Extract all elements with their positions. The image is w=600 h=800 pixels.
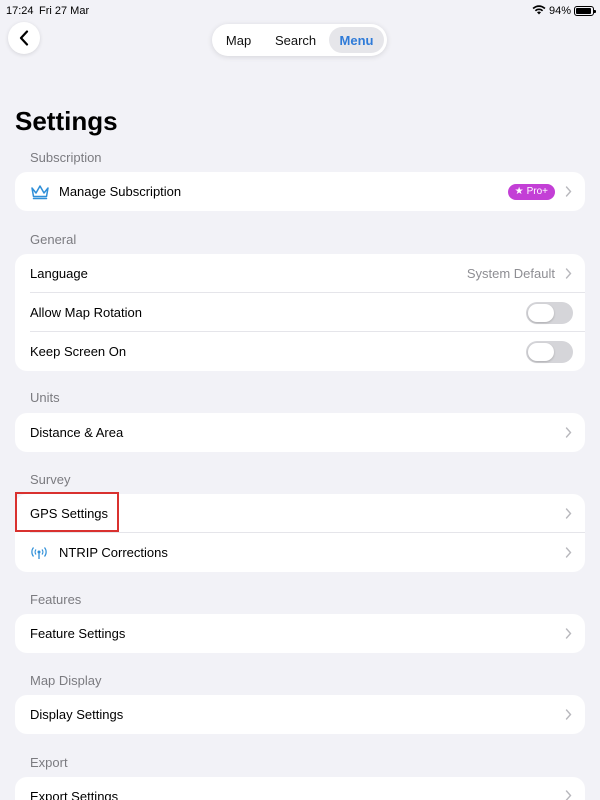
group-map-display: Display Settings — [15, 695, 585, 734]
chevron-right-icon — [563, 508, 573, 520]
row-label: Distance & Area — [30, 425, 124, 440]
group-features: Feature Settings — [15, 614, 585, 653]
status-time: 17:24 — [6, 5, 34, 17]
row-label: NTRIP Corrections — [59, 545, 168, 560]
feature-settings-row[interactable]: Feature Settings — [15, 614, 585, 653]
back-button[interactable] — [8, 22, 40, 54]
section-header-features: Features — [30, 592, 82, 607]
row-label: Keep Screen On — [30, 344, 127, 359]
status-indicators: 94% — [532, 4, 596, 18]
keep-screen-on-toggle[interactable] — [526, 340, 573, 363]
language-row[interactable]: Language System Default — [15, 254, 585, 293]
section-header-export: Export — [30, 755, 68, 770]
page-title: Settings — [15, 106, 118, 136]
group-subscription: Manage Subscription ★ Pro+ — [15, 172, 585, 211]
toggle-knob — [528, 342, 554, 361]
chevron-right-icon — [563, 628, 573, 640]
status-bar: 17:24 Fri 27 Mar 94% — [0, 0, 600, 22]
display-settings-row[interactable]: Display Settings — [15, 695, 585, 734]
language-value: System Default — [466, 266, 555, 281]
group-export: Export Settings — [15, 777, 585, 800]
chevron-right-icon — [563, 186, 573, 198]
distance-area-row[interactable]: Distance & Area — [15, 413, 585, 452]
row-label: Export Settings — [30, 789, 119, 800]
allow-map-rotation-row: Allow Map Rotation — [15, 293, 585, 332]
chevron-left-icon — [19, 30, 29, 46]
section-header-units: Units — [30, 390, 60, 405]
toggle-knob — [528, 303, 554, 322]
badge-label: Pro+ — [526, 186, 548, 197]
status-date: Fri 27 Mar — [39, 5, 90, 17]
pro-badge: ★ Pro+ — [507, 183, 555, 200]
nav-segmented-control: Map Search Menu — [212, 24, 387, 56]
keep-screen-on-row: Keep Screen On — [15, 332, 585, 371]
export-settings-row[interactable]: Export Settings — [15, 777, 585, 800]
section-header-subscription: Subscription — [30, 150, 102, 165]
battery-icon — [574, 6, 596, 16]
tab-menu[interactable]: Menu — [329, 27, 384, 53]
tab-map[interactable]: Map — [215, 27, 262, 53]
allow-map-rotation-toggle[interactable] — [526, 301, 573, 324]
section-header-survey: Survey — [30, 472, 71, 487]
highlight-box — [15, 492, 119, 532]
tab-search[interactable]: Search — [264, 27, 327, 53]
section-header-general: General — [30, 232, 77, 247]
chevron-right-icon — [563, 547, 573, 559]
row-label: Feature Settings — [30, 626, 126, 641]
chevron-right-icon — [563, 268, 573, 280]
group-general: Language System Default Allow Map Rotati… — [15, 254, 585, 371]
chevron-right-icon — [563, 709, 573, 721]
ntrip-corrections-row[interactable]: NTRIP Corrections — [15, 533, 585, 572]
star-icon: ★ — [514, 186, 524, 197]
antenna-icon — [30, 543, 54, 563]
manage-subscription-row[interactable]: Manage Subscription ★ Pro+ — [15, 172, 585, 211]
wifi-icon — [532, 4, 546, 18]
crown-icon — [30, 182, 54, 202]
battery-percent: 94% — [548, 5, 571, 17]
chevron-right-icon — [563, 427, 573, 439]
row-label: Language — [30, 266, 88, 281]
section-header-map-display: Map Display — [30, 673, 102, 688]
row-label: Display Settings — [30, 707, 124, 722]
row-label: Allow Map Rotation — [30, 305, 142, 320]
chevron-right-icon — [563, 789, 573, 800]
group-units: Distance & Area — [15, 413, 585, 452]
row-label: Manage Subscription — [59, 184, 182, 199]
